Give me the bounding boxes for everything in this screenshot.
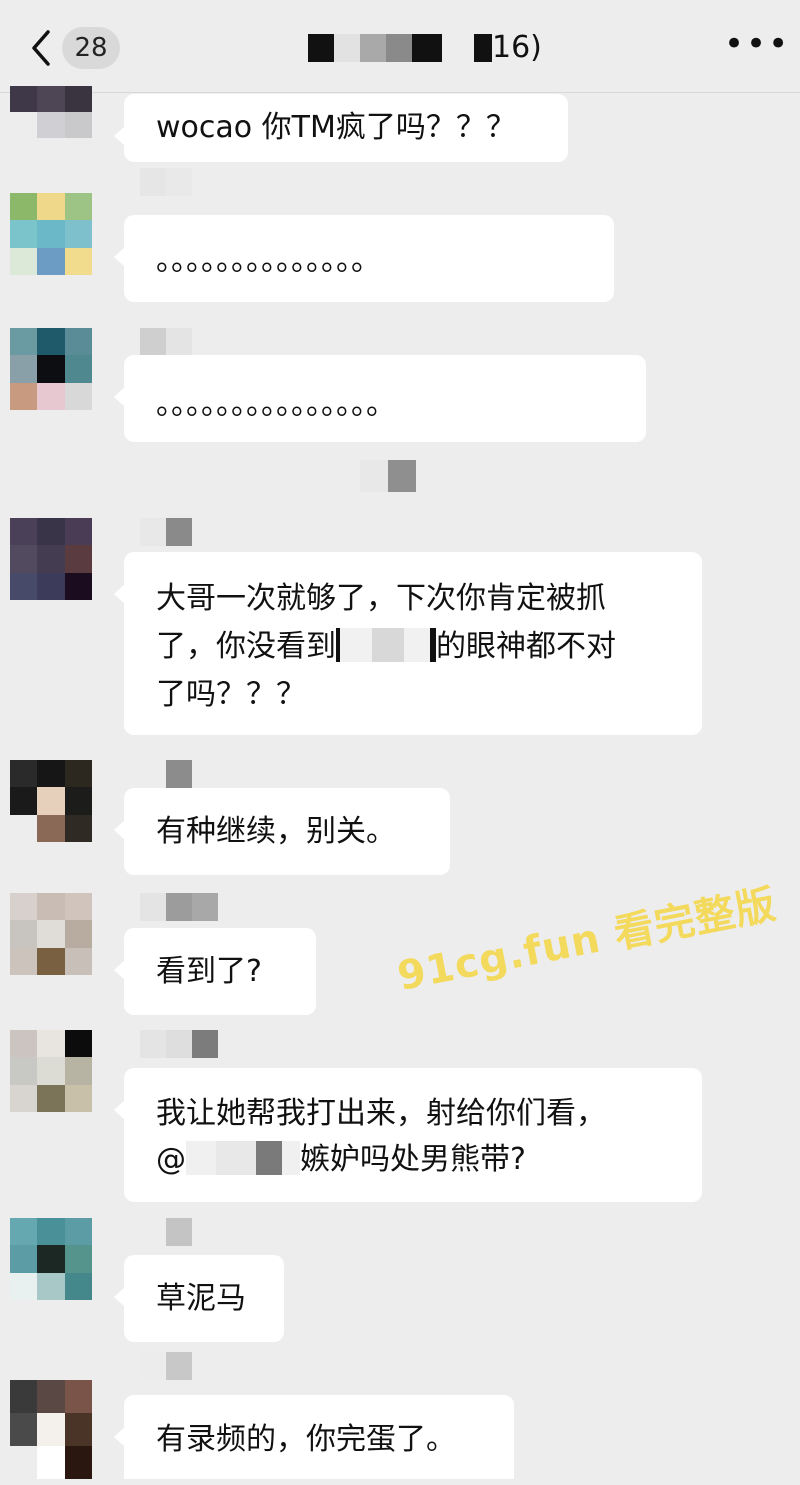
message-bubble[interactable]: wocao 你TM疯了吗？？？ [114, 94, 568, 162]
message-text: 看到了? [156, 954, 262, 989]
avatar[interactable] [10, 328, 92, 410]
avatar[interactable] [10, 518, 92, 600]
redacted-nickname [140, 1352, 192, 1380]
message-text: 。。。。。。。。。。。。。。 [156, 243, 381, 278]
member-count: 16) [492, 30, 542, 65]
avatar[interactable] [10, 1030, 92, 1112]
redacted-nickname [140, 518, 192, 546]
message-text: 。。。。。。。。。。。。。。。 [156, 387, 396, 422]
message-text-line: 我让她帮我打出来，射给你们看， [156, 1096, 606, 1131]
redacted-name [336, 628, 436, 662]
more-dots-icon: ••• [724, 24, 791, 64]
message-text-line: 的眼神都不对 [436, 629, 616, 664]
message-text: 有种继续，别关。 [156, 814, 396, 849]
chevron-left-icon [32, 30, 50, 66]
message-text-line: 了，你没看到 [156, 629, 336, 664]
message-bubble[interactable]: 有种继续，别关。 [114, 788, 450, 875]
avatar[interactable] [10, 1380, 92, 1479]
redacted-nickname [140, 168, 192, 196]
redacted-mention [186, 1141, 300, 1175]
mention-symbol: @ [156, 1142, 186, 1177]
avatar[interactable] [10, 86, 92, 138]
message-text-line: 了吗？？？ [156, 677, 306, 712]
redacted-system-notice [360, 460, 416, 492]
redacted-nickname [140, 893, 218, 921]
chat-title: 16) [250, 28, 570, 68]
avatar[interactable] [10, 1218, 92, 1300]
message-text-line: 大哥一次就够了，下次你肯定被抓 [156, 581, 606, 616]
message-bubble[interactable]: 有录频的，你完蛋了。 [114, 1395, 514, 1479]
unread-count-badge[interactable]: 28 [62, 27, 120, 69]
message-bubble[interactable]: 。。。。。。。。。。。。。。 [114, 215, 614, 302]
redacted-nickname [140, 1218, 192, 1246]
avatar[interactable] [10, 760, 92, 842]
message-text: 草泥马 [156, 1281, 246, 1316]
redacted-nickname [140, 1030, 218, 1058]
redacted-nickname [140, 328, 218, 356]
avatar[interactable] [10, 893, 92, 975]
avatar[interactable] [10, 193, 92, 275]
message-bubble[interactable]: 大哥一次就够了，下次你肯定被抓 了，你没看到 的眼神都不对 了吗？？？ [114, 552, 702, 735]
message-bubble[interactable]: 看到了? [114, 928, 316, 1015]
redacted-nickname [140, 760, 192, 788]
more-button[interactable]: ••• [724, 27, 788, 61]
redacted-title [308, 34, 334, 62]
message-bubble[interactable]: 。。。。。。。。。。。。。。。 [114, 355, 646, 442]
message-text: 有录频的，你完蛋了。 [156, 1422, 456, 1457]
back-button[interactable] [22, 22, 62, 74]
message-bubble[interactable]: 我让她帮我打出来，射给你们看， @ 嫉妒吗处男熊带? [114, 1068, 702, 1202]
message-text-line: 嫉妒吗处男熊带? [300, 1142, 526, 1177]
message-bubble[interactable]: 草泥马 [114, 1255, 284, 1342]
chat-header: 28 16) ••• [0, 0, 800, 93]
watermark-text: 91cg.fun 看完整版 [393, 881, 781, 1000]
message-text: wocao 你TM疯了吗？？？ [156, 110, 516, 145]
